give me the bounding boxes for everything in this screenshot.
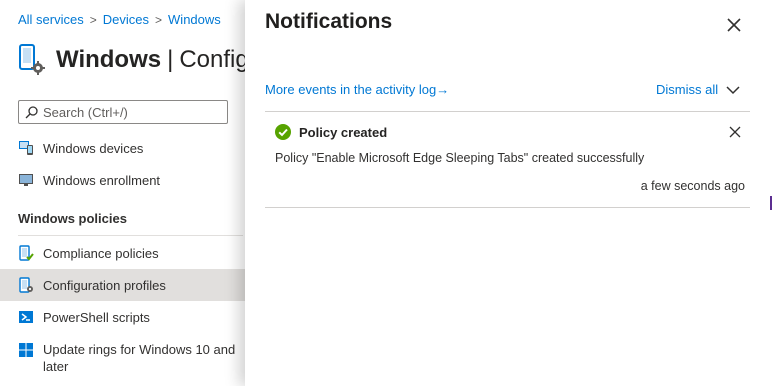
section-divider [18,235,243,236]
search-icon [25,105,38,118]
nav-item-compliance-policies[interactable]: Compliance policies [0,237,246,269]
configuration-profile-icon [19,277,33,293]
close-icon[interactable] [725,16,743,34]
windows-logo-icon [19,343,33,357]
nav-item-configuration-profiles[interactable]: Configuration profiles [0,269,246,301]
divider [265,207,750,208]
nav-item-label-line1: Update rings for Windows 10 and [43,342,236,357]
nav-item-update-rings[interactable]: Update rings for Windows 10 and later [0,339,246,379]
nav-item-label: PowerShell scripts [43,309,150,325]
breadcrumb-devices[interactable]: Devices [103,12,149,27]
nav-item-label: Configuration profiles [43,277,166,293]
nav-item-powershell-scripts[interactable]: PowerShell scripts [0,301,246,333]
activity-log-link-label: More events in the activity log [265,82,437,97]
windows-enrollment-icon [19,174,33,186]
notification-message: Policy "Enable Microsoft Edge Sleeping T… [275,151,645,165]
nav-item-windows-enrollment[interactable]: Windows enrollment [0,164,246,196]
device-config-icon [19,44,45,75]
notifications-title: Notifications [265,10,393,33]
left-blade: All services > Devices > Windows Windows | C… [0,0,406,386]
search-box[interactable] [18,100,228,124]
search-input[interactable] [43,104,213,120]
nav-item-windows-devices[interactable]: Windows devices [0,132,246,164]
arrow-right-icon: → [436,82,450,97]
compliance-policy-icon [19,245,34,261]
breadcrumb: All services > Devices > Windows [18,12,221,27]
nav-item-label: Windows devices [43,140,144,156]
windows-devices-icon [19,141,33,155]
powershell-icon [19,311,33,323]
dismiss-all-button[interactable]: Dismiss all [656,82,718,97]
chevron-down-icon[interactable] [725,84,741,96]
divider [265,111,750,112]
page-title-separator: | [167,46,174,73]
close-icon[interactable] [729,126,741,138]
breadcrumb-separator: > [89,13,97,27]
notifications-panel: Notifications More events in the activit… [245,0,772,386]
page-title-main: Windows [56,46,162,73]
notification-timestamp: a few seconds ago [640,179,745,193]
breadcrumb-all-services[interactable]: All services [18,12,84,27]
breadcrumb-windows[interactable]: Windows [168,12,221,27]
nav-item-label-line2: later [43,359,69,374]
nav-item-label: Update rings for Windows 10 and later [43,341,235,375]
breadcrumb-separator: > [155,13,163,27]
nav-item-label: Compliance policies [43,245,159,261]
notification-title: Policy created [299,125,388,140]
activity-log-link[interactable]: More events in the activity log→ [265,82,449,97]
section-header-windows-policies: Windows policies [18,211,127,226]
success-check-icon [275,124,291,140]
nav-item-label: Windows enrollment [43,172,161,188]
